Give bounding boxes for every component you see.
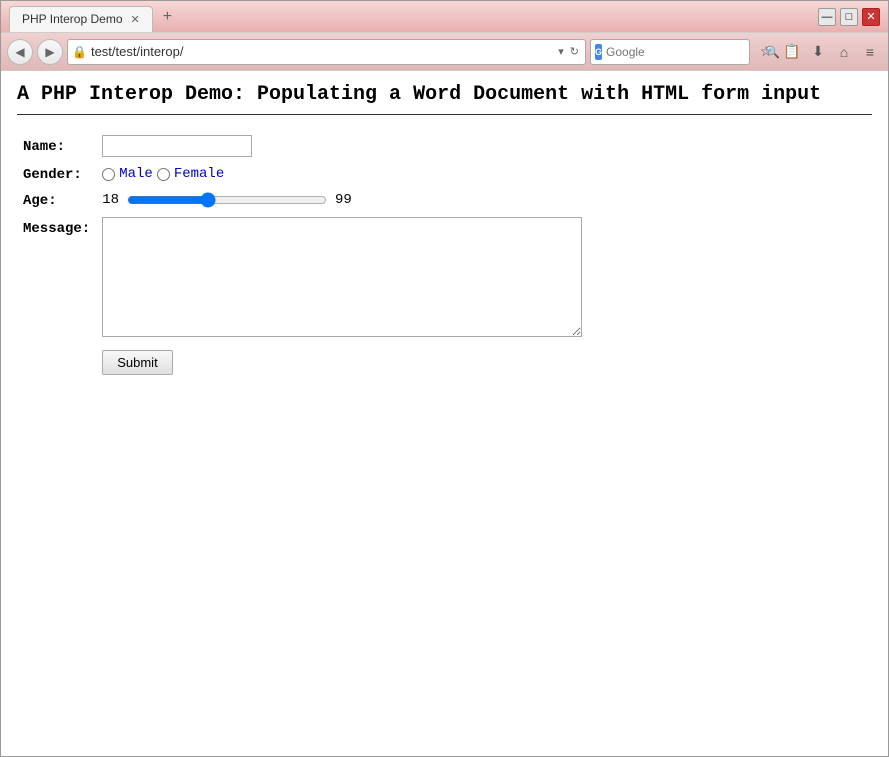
gender-female-label[interactable]: Female — [174, 166, 224, 182]
address-bar-buttons: ▾ ↻ — [556, 44, 581, 59]
address-bar[interactable] — [91, 44, 552, 59]
star-icon[interactable]: ☆ — [754, 40, 778, 64]
back-button[interactable]: ◀ — [7, 39, 33, 65]
message-label: Message: — [23, 221, 90, 237]
age-row: Age: 18 99 — [17, 187, 588, 213]
title-bar: PHP Interop Demo ✕ + — □ ✕ — [1, 1, 888, 33]
form-table: Name: Gender: — [17, 131, 588, 379]
lock-icon: 🔒 — [72, 45, 87, 59]
name-label: Name: — [23, 139, 65, 155]
bookmark-icon[interactable]: 📋 — [780, 40, 804, 64]
navigation-bar: ◀ ▶ 🔒 ▾ ↻ G 🔍 ☆ 📋 ⬇ ⌂ ≡ — [1, 33, 888, 71]
name-input[interactable] — [102, 135, 252, 157]
forward-button[interactable]: ▶ — [37, 39, 63, 65]
maximize-button[interactable]: □ — [840, 8, 858, 26]
back-icon: ◀ — [15, 45, 24, 59]
close-icon: ✕ — [866, 10, 875, 23]
page-content: A PHP Interop Demo: Populating a Word Do… — [1, 71, 888, 756]
name-row: Name: — [17, 131, 588, 161]
window-controls: — □ ✕ — [818, 8, 880, 26]
maximize-icon: □ — [846, 11, 853, 23]
gender-row: Gender: Male Female — [17, 161, 588, 187]
tab-title: PHP Interop Demo — [22, 12, 123, 26]
gender-label: Gender: — [23, 167, 82, 183]
page-divider — [17, 114, 872, 115]
download-icon[interactable]: ⬇ — [806, 40, 830, 64]
address-bar-container: 🔒 ▾ ↻ — [67, 39, 586, 65]
age-min-value: 18 — [102, 192, 119, 208]
google-icon: G — [595, 44, 602, 60]
refresh-icon[interactable]: ↻ — [568, 44, 581, 59]
interop-form: Name: Gender: — [17, 131, 872, 379]
age-container: 18 99 — [102, 192, 582, 208]
gender-male-radio[interactable] — [102, 168, 115, 181]
dropdown-arrow-icon[interactable]: ▾ — [556, 44, 566, 59]
gender-container: Male Female — [102, 166, 582, 182]
menu-icon[interactable]: ≡ — [858, 40, 882, 64]
home-icon[interactable]: ⌂ — [832, 40, 856, 64]
minimize-button[interactable]: — — [818, 8, 836, 26]
gender-female-radio[interactable] — [157, 168, 170, 181]
submit-row: Submit — [17, 346, 588, 379]
age-max-value: 99 — [335, 192, 352, 208]
google-letter: G — [595, 47, 602, 57]
browser-tab[interactable]: PHP Interop Demo ✕ — [9, 6, 153, 32]
submit-button[interactable]: Submit — [102, 350, 172, 375]
message-textarea[interactable] — [102, 217, 582, 337]
close-button[interactable]: ✕ — [862, 8, 880, 26]
nav-right-buttons: ☆ 📋 ⬇ ⌂ ≡ — [754, 40, 882, 64]
age-slider[interactable] — [127, 192, 327, 208]
page-heading: A PHP Interop Demo: Populating a Word Do… — [17, 83, 872, 106]
gender-male-label[interactable]: Male — [119, 166, 153, 182]
search-container: G 🔍 — [590, 39, 750, 65]
age-label: Age: — [23, 193, 57, 209]
browser-window: PHP Interop Demo ✕ + — □ ✕ ◀ ▶ 🔒 — [0, 0, 889, 757]
search-input[interactable] — [606, 45, 761, 59]
title-bar-left: PHP Interop Demo ✕ + — [9, 2, 178, 32]
minimize-icon: — — [822, 11, 833, 23]
tab-close-icon[interactable]: ✕ — [131, 13, 140, 26]
forward-icon: ▶ — [45, 45, 54, 59]
new-tab-button[interactable]: + — [157, 6, 178, 28]
message-row: Message: — [17, 213, 588, 346]
